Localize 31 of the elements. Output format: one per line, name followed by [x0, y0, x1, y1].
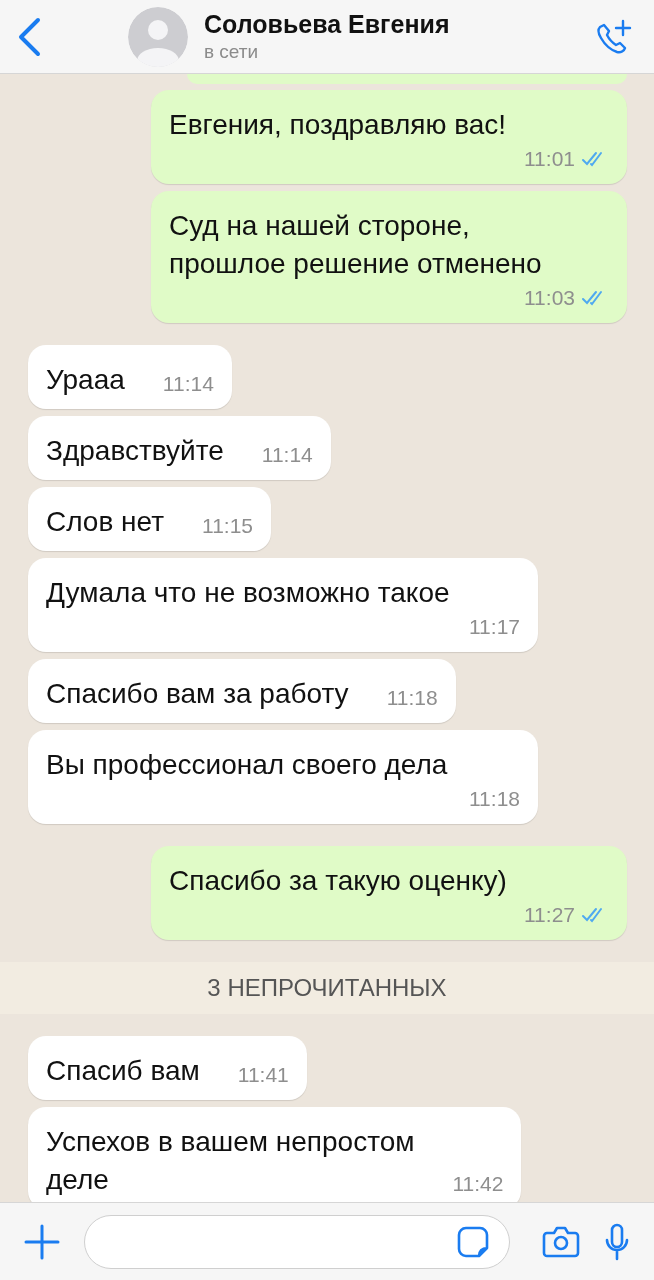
- message-time: 11:41: [237, 1063, 289, 1087]
- unread-label: 3 НЕПРОЧИТАННЫХ: [207, 974, 447, 1002]
- contact-status: в сети: [204, 41, 260, 63]
- message-time: 11:01: [524, 147, 575, 171]
- message-text: Суд на нашей стороне, прошлое решение отменено: [169, 209, 542, 281]
- message-time: 11:18: [386, 686, 438, 710]
- message-text: Урааа: [46, 363, 125, 397]
- contact-name[interactable]: Соловьева Евгения: [204, 10, 594, 39]
- message-time: 11:42: [452, 1172, 504, 1196]
- message-text: Спасиб вам: [46, 1054, 200, 1088]
- message-time: 11:15: [202, 514, 254, 538]
- message-time: 11:14: [162, 372, 214, 396]
- camera-icon[interactable]: [542, 1225, 580, 1258]
- message-text: Успехов в вашем непростом деле: [46, 1125, 415, 1197]
- message-time: 11:27: [524, 903, 575, 927]
- message-text: Спасибо за такую оценку): [169, 864, 507, 898]
- message-time: 11:17: [469, 615, 520, 639]
- message-time: 11:14: [261, 443, 313, 467]
- message-text: Спасибо вам за работу: [46, 677, 349, 711]
- plus-icon[interactable]: [24, 1223, 60, 1260]
- add-call-icon[interactable]: [594, 18, 632, 55]
- message-text: Здравствуйте: [46, 434, 224, 468]
- message-text: Вы профессионал своего дела: [46, 748, 448, 782]
- message-text: Евгения, поздравляю вас!: [169, 108, 507, 142]
- message-text: Слов нет: [46, 505, 165, 539]
- message-time: 11:18: [469, 787, 520, 811]
- sticker-icon[interactable]: [457, 1225, 489, 1258]
- message-input[interactable]: [84, 1214, 510, 1269]
- message-text: Думала что не возможно такое: [46, 576, 450, 610]
- message-time: 11:03: [524, 286, 575, 310]
- microphone-icon[interactable]: [604, 1222, 630, 1261]
